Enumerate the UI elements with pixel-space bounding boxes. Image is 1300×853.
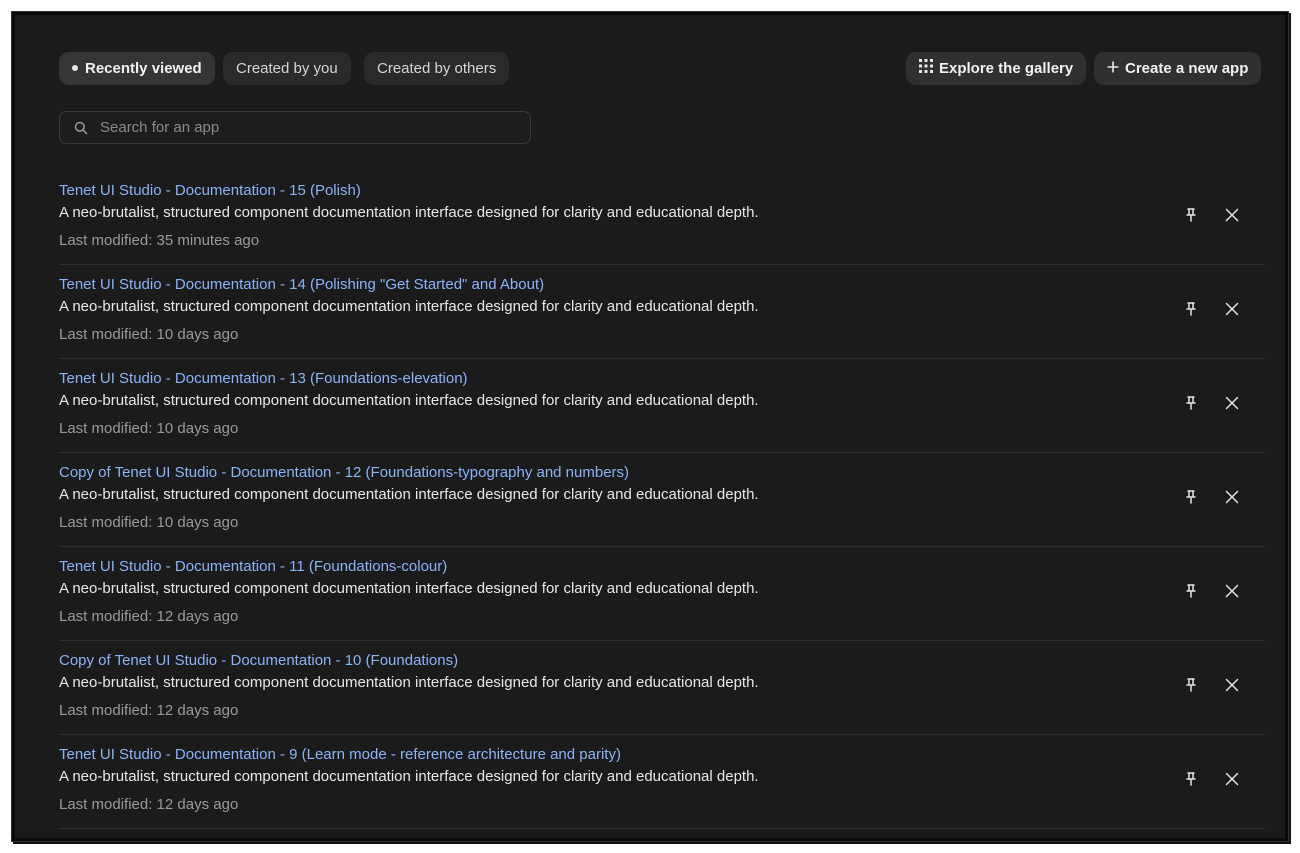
app-title-link[interactable]: Tenet UI Studio - Documentation - 11 (Fo… [59, 558, 447, 575]
app-description: A neo-brutalist, structured component do… [59, 486, 759, 503]
tab-recently-viewed-label: Recently viewed [85, 60, 202, 77]
app-title-link[interactable]: Tenet UI Studio - Documentation - 9 (Lea… [59, 746, 621, 763]
app-title-link[interactable]: Tenet UI Studio - Documentation - 15 (Po… [59, 182, 361, 199]
last-modified: Last modified: 12 days ago [59, 608, 239, 625]
list-item: Copy of Tenet UI Studio - Documentation … [59, 641, 1265, 735]
tab-created-by-you-label: Created by you [236, 60, 338, 77]
close-icon[interactable] [1225, 302, 1239, 316]
pin-icon[interactable] [1183, 207, 1199, 223]
last-modified: Last modified: 10 days ago [59, 514, 239, 531]
search-box [59, 111, 531, 144]
app-description: A neo-brutalist, structured component do… [59, 392, 759, 409]
search-icon [74, 121, 88, 140]
pin-icon[interactable] [1183, 677, 1199, 693]
pin-icon[interactable] [1183, 301, 1199, 317]
grid-icon [919, 52, 933, 85]
app-list: Tenet UI Studio - Documentation - 15 (Po… [59, 171, 1265, 829]
app-description: A neo-brutalist, structured component do… [59, 204, 759, 221]
app-title-link[interactable]: Copy of Tenet UI Studio - Documentation … [59, 464, 629, 481]
tab-recently-viewed[interactable]: Recently viewed [59, 52, 215, 85]
last-modified: Last modified: 10 days ago [59, 326, 239, 343]
pin-icon[interactable] [1183, 771, 1199, 787]
app-description: A neo-brutalist, structured component do… [59, 580, 759, 597]
explore-gallery-button[interactable]: Explore the gallery [906, 52, 1087, 85]
list-item: Copy of Tenet UI Studio - Documentation … [59, 453, 1265, 547]
list-item: Tenet UI Studio - Documentation - 15 (Po… [59, 171, 1265, 265]
active-dot-icon [72, 65, 78, 72]
toolbar: Recently viewed Created by you Created b… [59, 52, 1267, 86]
app-description: A neo-brutalist, structured component do… [59, 674, 759, 691]
list-item: Tenet UI Studio - Documentation - 13 (Fo… [59, 359, 1265, 453]
app-title-link[interactable]: Tenet UI Studio - Documentation - 14 (Po… [59, 276, 544, 293]
explore-gallery-label: Explore the gallery [939, 60, 1074, 77]
tab-created-by-others[interactable]: Created by others [364, 52, 510, 85]
list-item: Tenet UI Studio - Documentation - 9 (Lea… [59, 735, 1265, 829]
create-new-app-label: Create a new app [1125, 60, 1249, 77]
tab-created-by-you[interactable]: Created by you [223, 52, 351, 85]
pin-icon[interactable] [1183, 395, 1199, 411]
tab-created-by-others-label: Created by others [377, 60, 497, 77]
search-input[interactable] [100, 112, 520, 143]
app-list-panel: Recently viewed Created by you Created b… [12, 12, 1288, 841]
last-modified: Last modified: 10 days ago [59, 420, 239, 437]
last-modified: Last modified: 12 days ago [59, 702, 239, 719]
app-description: A neo-brutalist, structured component do… [59, 298, 759, 315]
pin-icon[interactable] [1183, 583, 1199, 599]
app-title-link[interactable]: Tenet UI Studio - Documentation - 13 (Fo… [59, 370, 468, 387]
close-icon[interactable] [1225, 396, 1239, 410]
app-description: A neo-brutalist, structured component do… [59, 768, 759, 785]
create-new-app-button[interactable]: Create a new app [1094, 52, 1262, 85]
plus-icon [1107, 52, 1119, 85]
close-icon[interactable] [1225, 772, 1239, 786]
pin-icon[interactable] [1183, 489, 1199, 505]
list-item: Tenet UI Studio - Documentation - 14 (Po… [59, 265, 1265, 359]
list-item: Tenet UI Studio - Documentation - 11 (Fo… [59, 547, 1265, 641]
last-modified: Last modified: 12 days ago [59, 796, 239, 813]
close-icon[interactable] [1225, 490, 1239, 504]
app-title-link[interactable]: Copy of Tenet UI Studio - Documentation … [59, 652, 458, 669]
close-icon[interactable] [1225, 584, 1239, 598]
last-modified: Last modified: 35 minutes ago [59, 232, 260, 249]
close-icon[interactable] [1225, 208, 1239, 222]
close-icon[interactable] [1225, 678, 1239, 692]
